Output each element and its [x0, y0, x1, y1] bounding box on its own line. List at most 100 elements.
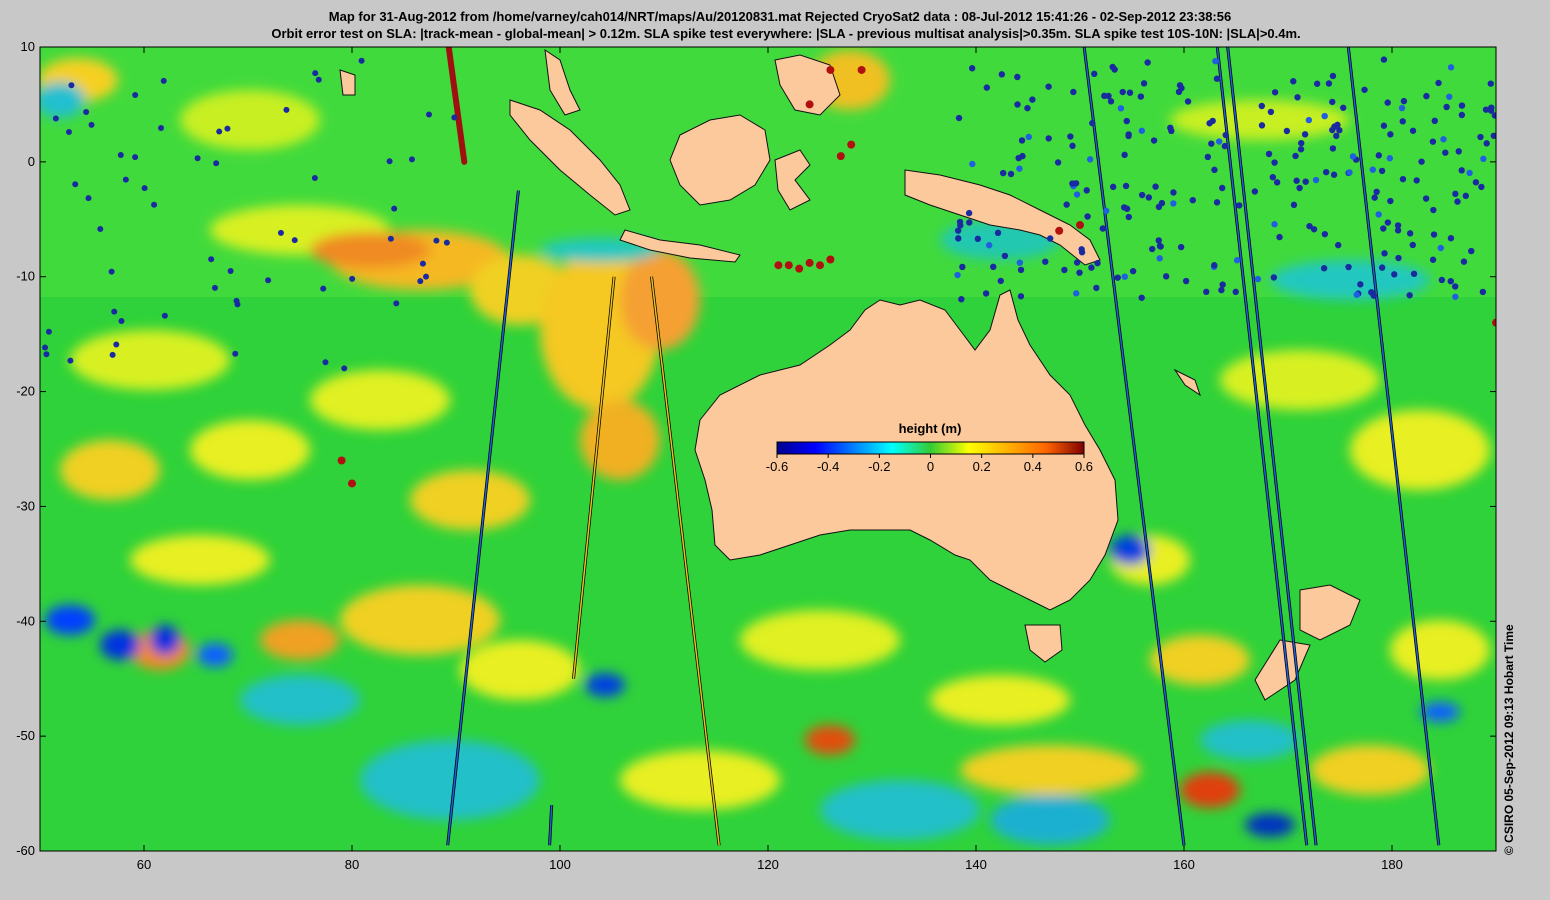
rejected-point	[213, 160, 220, 167]
rejected-point	[117, 152, 124, 159]
rejected-point	[1084, 213, 1091, 220]
rejected-point	[1258, 122, 1266, 129]
rejected-point	[1182, 277, 1190, 285]
rejected-point	[955, 235, 962, 242]
rejected-point	[1271, 89, 1279, 96]
y-tick-label: -40	[16, 613, 35, 628]
rejected-point	[1162, 273, 1170, 280]
rejected-point	[1156, 242, 1164, 250]
rejected-point	[122, 176, 129, 183]
rejected-point	[1380, 122, 1388, 129]
rejected-point	[1184, 98, 1192, 105]
rejected-point-red	[1076, 221, 1084, 230]
rejected-point	[1109, 183, 1117, 191]
rejected-point	[1483, 140, 1490, 147]
rejected-point	[211, 284, 218, 291]
rejected-point	[1361, 86, 1368, 93]
rejected-point	[1045, 135, 1052, 142]
rejected-point	[1101, 92, 1108, 100]
rejected-point	[997, 277, 1004, 285]
rejected-point	[1301, 131, 1309, 138]
rejected-point	[277, 229, 284, 236]
rejected-point	[320, 285, 327, 292]
rejected-point	[1025, 133, 1032, 141]
rejected-point	[1410, 270, 1418, 278]
rejected-point	[1373, 188, 1380, 196]
rejected-point	[1091, 70, 1098, 78]
rejected-point	[1114, 274, 1121, 281]
rejected-point-red	[805, 258, 814, 267]
rejected-point	[1468, 247, 1475, 255]
rejected-point	[1290, 201, 1298, 209]
rejected-point	[1069, 142, 1076, 150]
rejected-point	[1222, 131, 1229, 139]
rejected-point	[955, 114, 963, 122]
rejected-point	[113, 341, 120, 348]
sla-field	[40, 47, 1496, 851]
rejected-point-red	[805, 100, 814, 109]
rejected-point	[1073, 259, 1081, 266]
rejected-point	[1170, 189, 1177, 196]
rejected-point	[1394, 227, 1402, 234]
rejected-point	[1155, 203, 1163, 211]
rejected-point	[1117, 105, 1125, 112]
rejected-point	[1063, 201, 1070, 208]
rejected-point	[1429, 138, 1437, 145]
rejected-point	[1454, 198, 1461, 205]
rejected-point	[1321, 112, 1328, 120]
rejected-point	[1258, 102, 1265, 110]
rejected-point	[1413, 177, 1420, 184]
rejected-point	[1437, 244, 1445, 252]
rejected-point	[1446, 93, 1453, 100]
rejected-point	[1329, 72, 1337, 80]
rejected-point-red	[857, 65, 866, 74]
rejected-point-red	[816, 261, 824, 270]
rejected-point	[1430, 231, 1438, 238]
rejected-point	[1088, 264, 1095, 271]
rejected-point	[1271, 221, 1278, 228]
rejected-point	[232, 350, 239, 357]
rejected-point	[1380, 56, 1388, 63]
rejected-point	[1380, 225, 1387, 232]
rejected-point	[1349, 153, 1357, 160]
rejected-point	[1482, 106, 1490, 113]
rejected-point	[1265, 150, 1273, 158]
rejected-point	[1029, 96, 1036, 103]
rejected-point	[1333, 132, 1340, 140]
rejected-point	[1073, 290, 1080, 297]
rejected-point	[1014, 101, 1021, 108]
rejected-point	[1123, 117, 1130, 125]
y-tick-label: 0	[28, 154, 35, 169]
rejected-point	[1209, 117, 1216, 125]
rejected-point	[1018, 137, 1026, 144]
rejected-point	[990, 263, 997, 271]
rejected-point	[1399, 118, 1406, 125]
rejected-point	[1120, 204, 1128, 211]
rejected-point	[1078, 249, 1086, 256]
rejected-point-red	[847, 140, 856, 149]
sri-lanka	[339, 69, 356, 96]
colorbar-tick-label: 0.6	[1075, 459, 1093, 474]
rejected-point	[1270, 274, 1278, 281]
rejected-point	[1045, 83, 1052, 90]
rejected-point-red	[337, 456, 346, 465]
rejected-point	[1138, 127, 1146, 134]
rejected-point	[1138, 191, 1146, 199]
rejected-point	[1369, 166, 1376, 173]
rejected-point	[1447, 277, 1454, 285]
rejected-point	[1398, 104, 1406, 112]
rejected-point	[1409, 127, 1417, 134]
rejected-point	[67, 357, 74, 364]
rejected-point	[1329, 145, 1337, 152]
rejected-point	[118, 318, 125, 325]
rejected-point	[1391, 271, 1398, 278]
rejected-point	[1093, 284, 1100, 292]
rejected-point	[1298, 139, 1305, 147]
rejected-point	[1375, 152, 1382, 159]
rejected-point	[1290, 78, 1297, 85]
rejected-point	[1312, 176, 1320, 184]
y-tick-label: -20	[16, 384, 35, 399]
rejected-point	[1340, 104, 1347, 111]
rejected-point	[998, 71, 1006, 78]
rejected-point	[417, 278, 424, 285]
